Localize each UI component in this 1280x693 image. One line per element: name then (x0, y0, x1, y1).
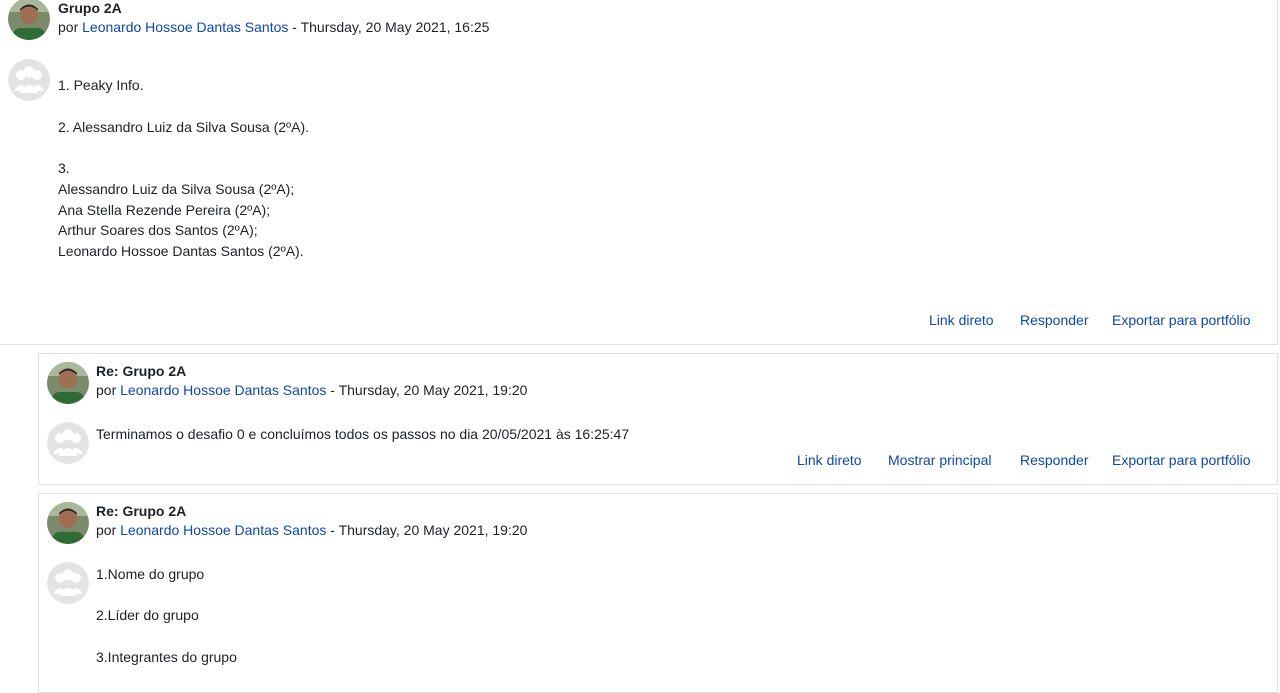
by-label: por (96, 382, 117, 398)
forum-post (0, 0, 1278, 345)
by-label: por (96, 522, 117, 538)
post-byline: por Leonardo Hossoe Dantas Santos - Thur… (96, 382, 527, 398)
author-link[interactable]: Leonardo Hossoe Dantas Santos (82, 19, 288, 35)
post-byline: por Leonardo Hossoe Dantas Santos - Thur… (58, 19, 489, 35)
post-text-line: 3.Integrantes do grupo (96, 649, 237, 665)
group-picture-icon[interactable] (47, 562, 89, 604)
byline-separator: - (326, 522, 339, 538)
post-text-line: 2.Líder do grupo (96, 607, 199, 623)
post-text-line: 1.Nome do grupo (96, 566, 205, 582)
post-text-line: Alessandro Luiz da Silva Sousa (2ºA); (58, 181, 295, 197)
by-label: por (58, 19, 79, 35)
post-text-line: 2. Alessandro Luiz da Silva Sousa (2ºA). (58, 119, 310, 135)
reply-link[interactable]: Responder (1020, 312, 1089, 328)
export-portfolio-link[interactable]: Exportar para portfólio (1112, 312, 1251, 328)
permalink-link[interactable]: Link direto (797, 452, 862, 468)
post-date: Thursday, 20 May 2021, 19:20 (338, 382, 528, 398)
forum-reply (38, 353, 1278, 485)
permalink-link[interactable]: Link direto (929, 312, 994, 328)
post-date: Thursday, 20 May 2021, 16:25 (300, 19, 490, 35)
post-text-line: 3. (58, 160, 70, 176)
post-date: Thursday, 20 May 2021, 19:20 (338, 522, 528, 538)
byline-separator: - (326, 382, 339, 398)
post-text-line: Ana Stella Rezende Pereira (2ºA); (58, 202, 271, 218)
post-byline: por Leonardo Hossoe Dantas Santos - Thur… (96, 522, 527, 538)
export-portfolio-link[interactable]: Exportar para portfólio (1112, 452, 1251, 468)
post-text-line: Arthur Soares dos Santos (2ºA); (58, 222, 258, 238)
post-subject: Re: Grupo 2A (96, 503, 187, 519)
author-link[interactable]: Leonardo Hossoe Dantas Santos (120, 522, 326, 538)
post-text-line: Leonardo Hossoe Dantas Santos (2ºA). (58, 243, 304, 259)
post-subject: Re: Grupo 2A (96, 363, 187, 379)
author-link[interactable]: Leonardo Hossoe Dantas Santos (120, 382, 326, 398)
author-avatar[interactable] (47, 362, 89, 404)
show-parent-link[interactable]: Mostrar principal (888, 452, 991, 468)
group-picture-icon[interactable] (8, 59, 50, 101)
group-picture-icon[interactable] (47, 422, 89, 464)
reply-link[interactable]: Responder (1020, 452, 1089, 468)
author-avatar[interactable] (47, 502, 89, 544)
author-avatar[interactable] (8, 0, 50, 40)
byline-separator: - (288, 19, 301, 35)
post-subject: Grupo 2A (58, 0, 122, 16)
post-text-line: 1. Peaky Info. (58, 77, 144, 93)
post-text-line: Terminamos o desafio 0 e concluímos todo… (96, 426, 630, 442)
